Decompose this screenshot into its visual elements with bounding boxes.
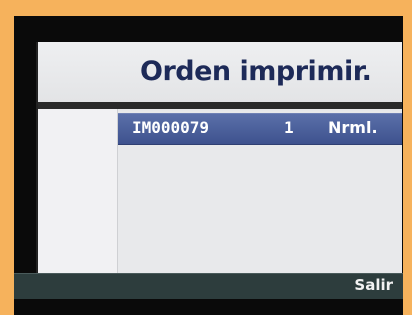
title-area: Orden imprimir. — [36, 42, 402, 102]
title-divider — [36, 102, 402, 109]
screen-frame-edge — [36, 42, 38, 275]
side-panel — [36, 109, 118, 275]
list-item[interactable]: IM000079 1 Nrml. — [118, 113, 402, 145]
print-copies: 1 — [284, 118, 294, 137]
page-title: Orden imprimir. — [140, 56, 372, 87]
print-order-list: IM000079 1 Nrml. — [118, 111, 402, 275]
lcd-screen: Orden imprimir. IM000079 1 Nrml. — [36, 42, 402, 275]
image-name: IM000079 — [132, 118, 210, 137]
footer-bar: Salir — [14, 273, 403, 299]
print-quality: Nrml. — [328, 118, 378, 137]
exit-button[interactable]: Salir — [354, 276, 393, 294]
